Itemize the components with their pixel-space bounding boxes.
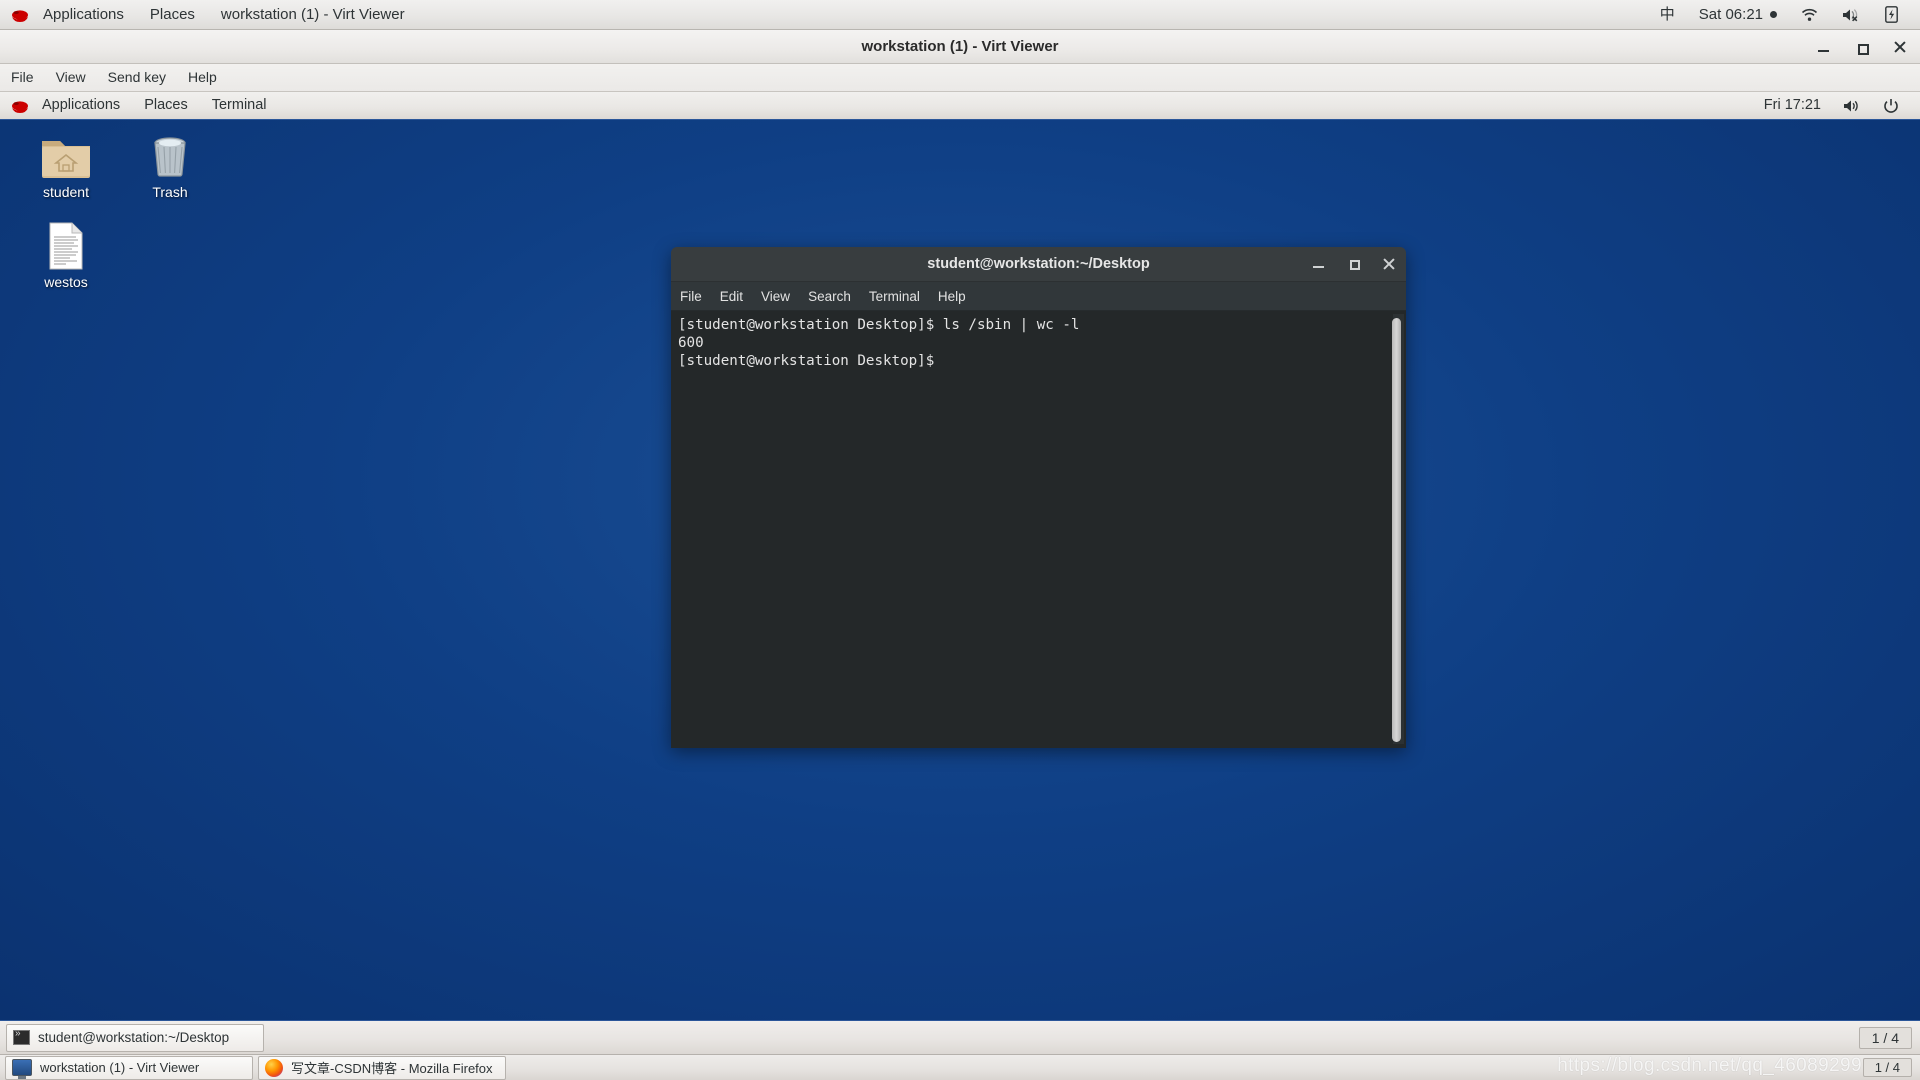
host-top-panel: Applications Places workstation (1) - Vi… bbox=[0, 0, 1920, 30]
host-window-list-title[interactable]: workstation (1) - Virt Viewer bbox=[208, 0, 418, 29]
desktop-icon-label: westos bbox=[44, 274, 88, 290]
redhat-icon[interactable] bbox=[10, 6, 30, 24]
vv-menu-view[interactable]: View bbox=[45, 64, 97, 91]
wifi-icon[interactable] bbox=[1789, 8, 1830, 22]
taskbar-item-firefox[interactable]: 写文章-CSDN博客 - Mozilla Firefox bbox=[258, 1055, 506, 1080]
host-menu-places[interactable]: Places bbox=[137, 0, 208, 29]
terminal-window[interactable]: student@workstation:~/Desktop File Edit … bbox=[671, 247, 1406, 748]
battery-icon[interactable] bbox=[1873, 6, 1910, 23]
input-method-indicator[interactable]: 中 bbox=[1648, 0, 1687, 29]
terminal-menu-edit[interactable]: Edit bbox=[711, 283, 752, 310]
taskbar-item-label: student@workstation:~/Desktop bbox=[38, 1030, 230, 1045]
screen: Applications Places workstation (1) - Vi… bbox=[0, 0, 1920, 1080]
host-menu-applications[interactable]: Applications bbox=[30, 0, 137, 29]
guest-menu-applications[interactable]: Applications bbox=[30, 92, 132, 119]
host-clock[interactable]: Sat 06:21 bbox=[1687, 0, 1789, 29]
virt-viewer-titlebar: workstation (1) - Virt Viewer bbox=[0, 30, 1920, 64]
host-clock-label: Sat 06:21 bbox=[1698, 6, 1763, 23]
terminal-line: 600 bbox=[678, 335, 704, 351]
close-icon[interactable] bbox=[1382, 257, 1396, 271]
monitor-icon bbox=[12, 1059, 32, 1079]
vv-menu-send-key[interactable]: Send key bbox=[97, 64, 177, 91]
volume-icon[interactable] bbox=[1832, 99, 1872, 113]
terminal-menu-file[interactable]: File bbox=[671, 283, 711, 310]
guest-desktop[interactable]: student Trash westos student@workstation… bbox=[0, 120, 1920, 1020]
volume-muted-icon[interactable] bbox=[1830, 8, 1873, 22]
minimize-icon[interactable] bbox=[1312, 257, 1326, 271]
text-document-icon bbox=[18, 218, 114, 270]
desktop-icon-westos[interactable]: westos bbox=[18, 218, 114, 290]
terminal-output-area[interactable]: [student@workstation Desktop]$ ls /sbin … bbox=[671, 311, 1406, 748]
taskbar-item-label: 写文章-CSDN博客 - Mozilla Firefox bbox=[291, 1061, 493, 1076]
guest-clock[interactable]: Fri 17:21 bbox=[1753, 92, 1832, 119]
terminal-line: [student@workstation Desktop]$ ls /sbin … bbox=[678, 317, 1080, 333]
taskbar-item-terminal[interactable]: student@workstation:~/Desktop bbox=[6, 1023, 264, 1052]
virt-viewer-window-controls bbox=[1816, 30, 1908, 64]
terminal-menu-help[interactable]: Help bbox=[929, 283, 975, 310]
host-workspace-indicator[interactable]: 1 / 4 bbox=[1862, 1058, 1912, 1077]
maximize-icon[interactable] bbox=[1347, 257, 1361, 271]
maximize-icon[interactable] bbox=[1854, 39, 1870, 55]
desktop-icon-trash[interactable]: Trash bbox=[122, 128, 218, 200]
terminal-scrollbar-thumb[interactable] bbox=[1392, 318, 1401, 742]
desktop-icon-label: Trash bbox=[152, 184, 188, 200]
host-panel-status-area: 中 Sat 06:21 bbox=[1648, 0, 1920, 29]
guest-top-panel: Applications Places Terminal Fri 17:21 bbox=[0, 92, 1920, 120]
guest-panel-status-area: Fri 17:21 bbox=[1753, 92, 1920, 119]
notification-dot-icon bbox=[1770, 11, 1777, 18]
terminal-scrollbar[interactable] bbox=[1392, 314, 1404, 744]
terminal-menubar: File Edit View Search Terminal Help bbox=[671, 282, 1406, 311]
host-taskbar: workstation (1) - Virt Viewer 写文章-CSDN博客… bbox=[0, 1054, 1920, 1080]
virt-viewer-menubar: File View Send key Help bbox=[0, 64, 1920, 92]
minimize-icon[interactable] bbox=[1816, 39, 1832, 55]
taskbar-item-virt-viewer[interactable]: workstation (1) - Virt Viewer bbox=[5, 1055, 253, 1080]
terminal-window-controls bbox=[1312, 247, 1396, 281]
terminal-menu-terminal[interactable]: Terminal bbox=[860, 283, 929, 310]
desktop-icon-label: student bbox=[43, 184, 89, 200]
terminal-icon bbox=[13, 1028, 30, 1045]
firefox-icon bbox=[265, 1058, 283, 1077]
terminal-title: student@workstation:~/Desktop bbox=[927, 256, 1150, 272]
guest-menu-places[interactable]: Places bbox=[132, 92, 200, 119]
guest-redhat-icon[interactable] bbox=[10, 97, 30, 115]
virt-viewer-title: workstation (1) - Virt Viewer bbox=[861, 38, 1059, 55]
close-icon[interactable] bbox=[1892, 39, 1908, 55]
vv-menu-help[interactable]: Help bbox=[177, 64, 228, 91]
guest-workspace-indicator[interactable]: 1 / 4 bbox=[1858, 1026, 1912, 1049]
trash-icon bbox=[122, 128, 218, 180]
guest-window-title-terminal[interactable]: Terminal bbox=[200, 92, 279, 119]
terminal-menu-view[interactable]: View bbox=[752, 283, 799, 310]
terminal-line: [student@workstation Desktop]$ bbox=[678, 353, 935, 369]
desktop-icon-student[interactable]: student bbox=[18, 128, 114, 200]
power-icon[interactable] bbox=[1872, 98, 1910, 114]
terminal-titlebar[interactable]: student@workstation:~/Desktop bbox=[671, 247, 1406, 282]
taskbar-item-label: workstation (1) - Virt Viewer bbox=[40, 1060, 200, 1075]
home-folder-icon bbox=[18, 128, 114, 180]
guest-taskbar: student@workstation:~/Desktop 1 / 4 bbox=[0, 1020, 1920, 1054]
vv-menu-file[interactable]: File bbox=[0, 64, 45, 91]
terminal-menu-search[interactable]: Search bbox=[799, 283, 860, 310]
